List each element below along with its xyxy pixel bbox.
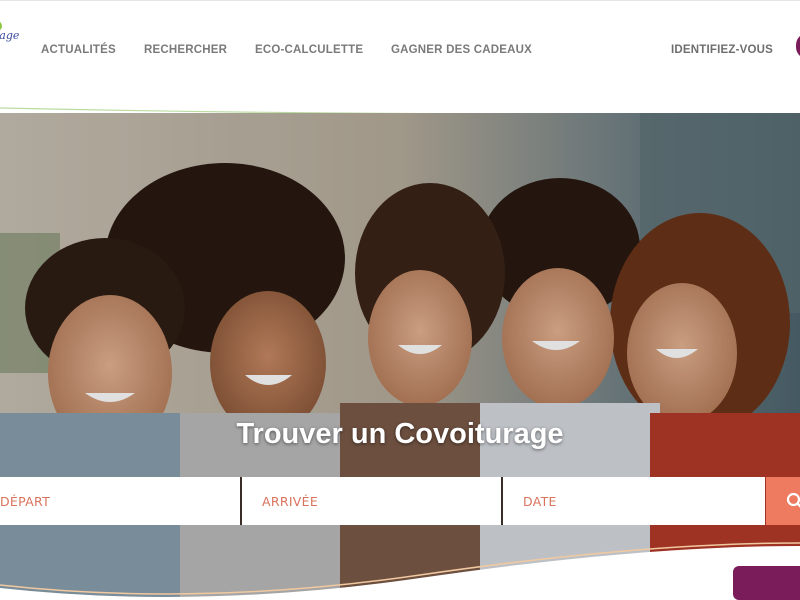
date-input[interactable]: [503, 477, 765, 525]
hero-section: Trouver un Covoiturage: [0, 113, 800, 600]
site-header: rage ACTUALITÉS RECHERCHER ECO-CALCULETT…: [0, 0, 800, 115]
logo-text: rage: [0, 29, 20, 42]
hero-bottom-wave: [0, 542, 800, 600]
search-icon: [786, 492, 800, 508]
cta-button[interactable]: [733, 566, 800, 600]
account-button[interactable]: [796, 33, 800, 59]
logo[interactable]: rage: [0, 17, 22, 47]
hero-group-photo: [0, 113, 800, 600]
nav-item-rechercher[interactable]: RECHERCHER: [144, 44, 227, 56]
search-bar: [0, 477, 800, 525]
nav-item-actualites[interactable]: ACTUALITÉS: [41, 44, 116, 56]
arrival-input[interactable]: [242, 477, 501, 525]
search-button[interactable]: [766, 477, 800, 525]
departure-input[interactable]: [0, 477, 240, 525]
nav-item-gagner-des-cadeaux[interactable]: GAGNER DES CADEAUX: [391, 44, 532, 56]
signin-link[interactable]: IDENTIFIEZ-VOUS: [671, 44, 773, 56]
hero-title: Trouver un Covoiturage: [236, 418, 564, 450]
nav-item-eco-calculette[interactable]: ECO-CALCULETTE: [255, 44, 363, 56]
